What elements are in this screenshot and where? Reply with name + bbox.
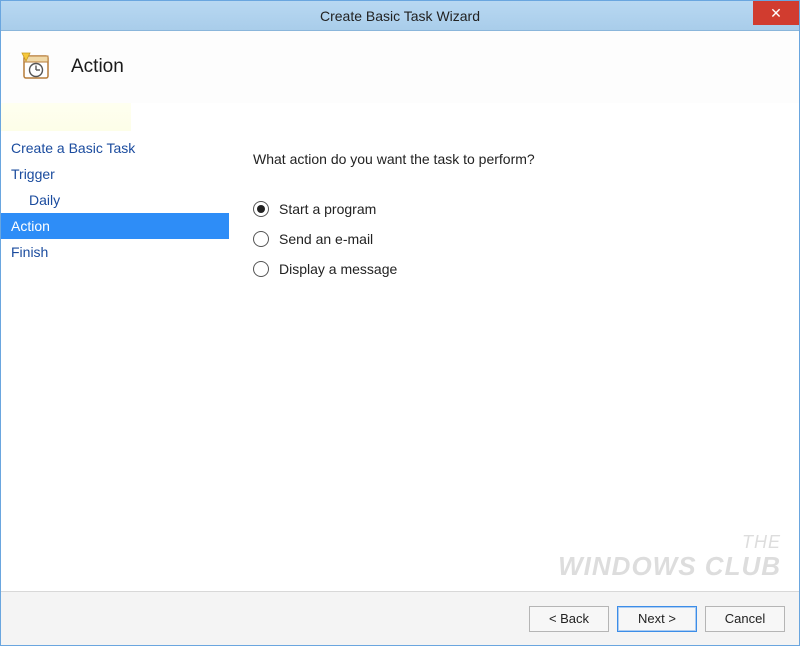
watermark-line2: WINDOWS CLUB [558, 552, 781, 581]
action-option-label: Start a program [279, 201, 376, 217]
close-icon: ✕ [770, 6, 782, 20]
action-prompt: What action do you want the task to perf… [253, 151, 775, 167]
sidebar-step-label: Trigger [11, 166, 55, 182]
wizard-window: Create Basic Task Wizard ✕ Action Create… [0, 0, 800, 646]
radio-icon [253, 231, 269, 247]
page-title: Action [71, 56, 124, 78]
sidebar-step-label: Action [11, 218, 50, 234]
title-bar: Create Basic Task Wizard ✕ [1, 1, 799, 31]
sidebar-step-trigger[interactable]: Trigger [1, 161, 229, 187]
wizard-footer: < Back Next > Cancel [1, 591, 799, 645]
radio-icon [253, 261, 269, 277]
watermark: THE WINDOWS CLUB [558, 533, 781, 581]
watermark-line1: THE [558, 533, 781, 553]
sidebar-step-label: Create a Basic Task [11, 140, 135, 156]
window-title: Create Basic Task Wizard [1, 8, 799, 24]
sidebar-step-label: Daily [29, 192, 60, 208]
task-scheduler-icon [21, 51, 53, 83]
action-option-start-a-program[interactable]: Start a program [253, 201, 775, 217]
cancel-button[interactable]: Cancel [705, 606, 785, 632]
action-option-send-an-e-mail[interactable]: Send an e-mail [253, 231, 775, 247]
sidebar-step-daily[interactable]: Daily [1, 187, 229, 213]
back-button[interactable]: < Back [529, 606, 609, 632]
next-button[interactable]: Next > [617, 606, 697, 632]
wizard-content: What action do you want the task to perf… [229, 131, 799, 591]
action-option-label: Display a message [279, 261, 397, 277]
wizard-steps-sidebar: Create a Basic Task Trigger Daily Action Fin… [1, 131, 229, 591]
sidebar-step-finish[interactable]: Finish [1, 239, 229, 265]
action-option-label: Send an e-mail [279, 231, 373, 247]
close-button[interactable]: ✕ [753, 1, 799, 25]
sidebar-step-action[interactable]: Action [1, 213, 229, 239]
action-options: Start a program Send an e-mail Display a m… [253, 201, 775, 277]
wizard-body: Create a Basic Task Trigger Daily Action Fin… [1, 131, 799, 591]
sidebar-step-label: Finish [11, 244, 48, 260]
wizard-header: Action [1, 31, 799, 103]
radio-icon [253, 201, 269, 217]
decorative-banner [1, 103, 131, 131]
sidebar-step-create-a-basic-task[interactable]: Create a Basic Task [1, 135, 229, 161]
action-option-display-a-message[interactable]: Display a message [253, 261, 775, 277]
